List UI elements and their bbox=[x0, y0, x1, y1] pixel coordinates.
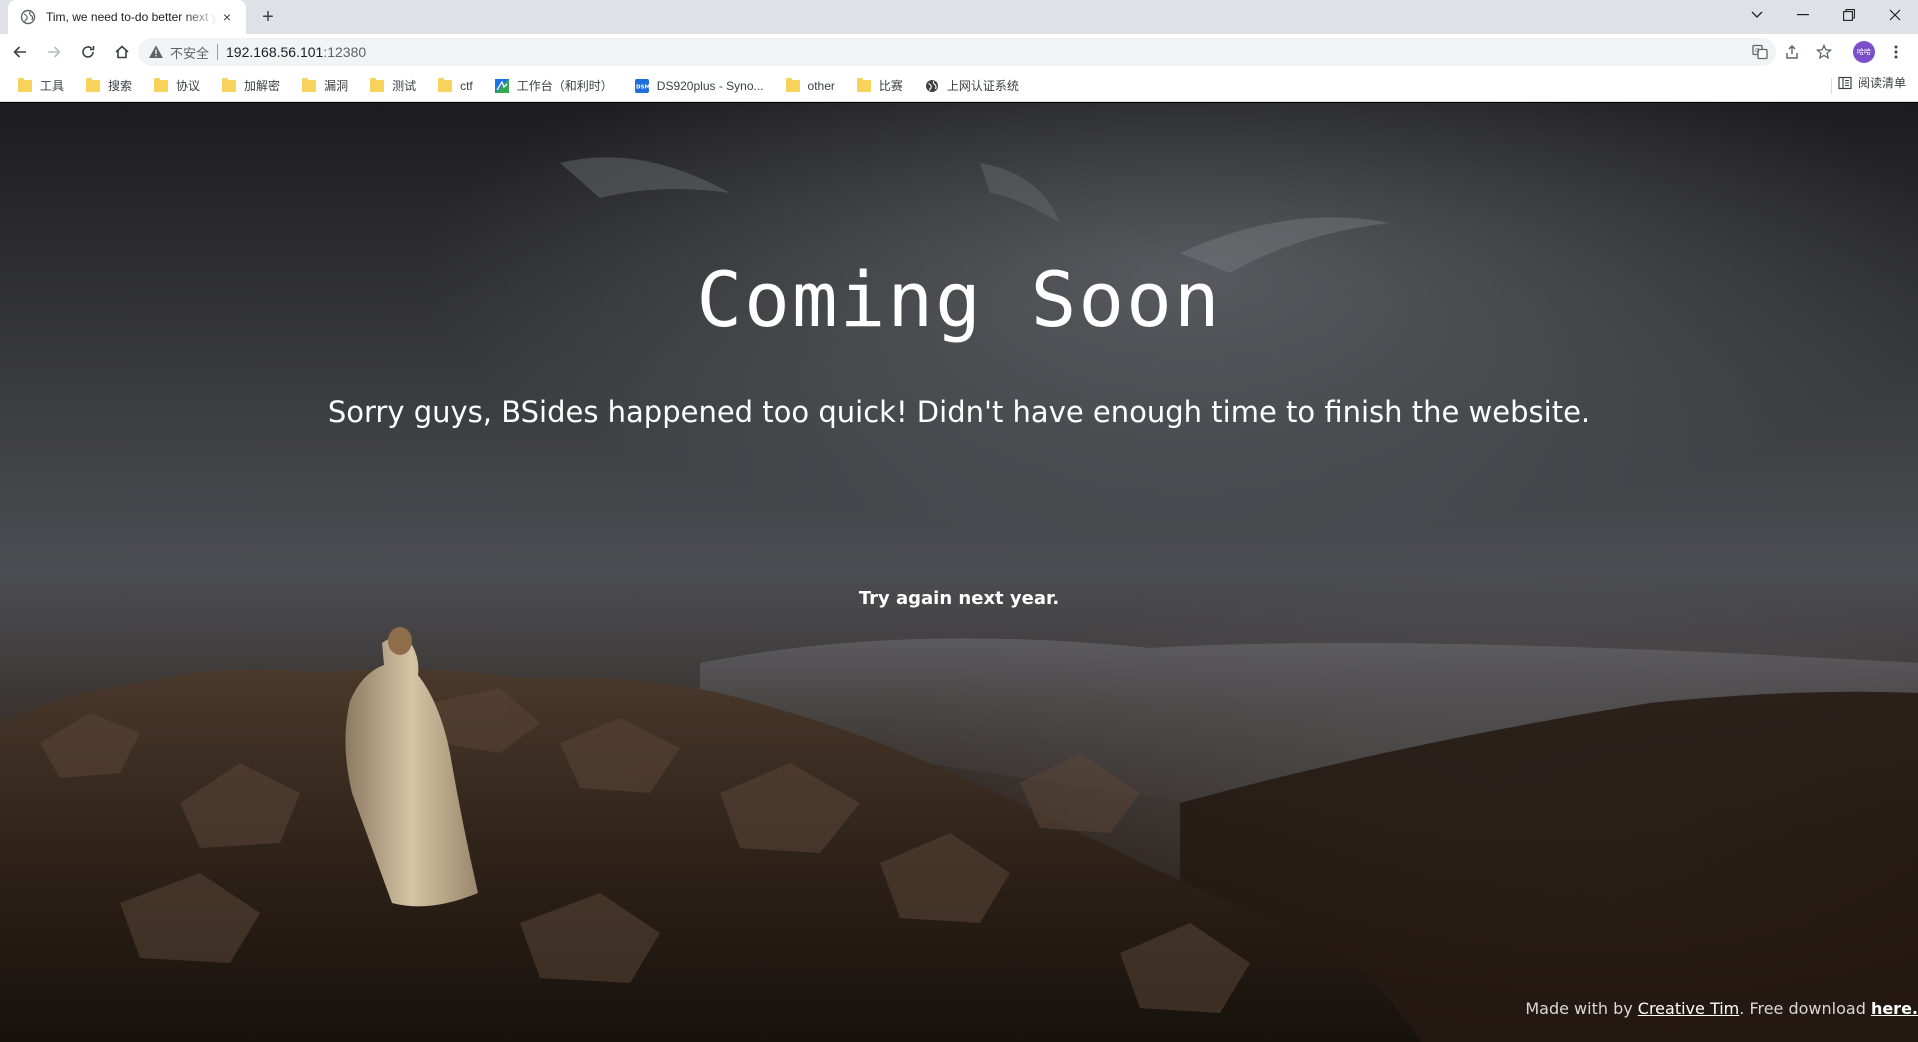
browser-menu-button[interactable] bbox=[1882, 38, 1910, 66]
reading-list-button[interactable]: 阅读清单 bbox=[1838, 74, 1906, 91]
folder-icon bbox=[785, 77, 800, 92]
coming-soon-content: Coming Soon Sorry guys, BSides happened … bbox=[0, 103, 1918, 1042]
tab-search-icon[interactable] bbox=[1734, 0, 1780, 30]
bookmark-item[interactable]: other bbox=[780, 74, 841, 98]
bookmark-label: 工具 bbox=[40, 79, 65, 93]
page-title: Coming Soon bbox=[696, 255, 1222, 344]
bookmark-label: 工作台（和利时） bbox=[516, 79, 613, 93]
bookmark-label: ctf bbox=[460, 78, 473, 93]
bookmark-label: 搜索 bbox=[108, 79, 133, 93]
home-button[interactable] bbox=[108, 38, 136, 66]
page-subtitle: Sorry guys, BSides happened too quick! D… bbox=[327, 395, 1591, 429]
tab-title: Tim, we need to-do better next year for … bbox=[46, 10, 218, 24]
url-port: :12380 bbox=[323, 44, 367, 60]
bookmark-label: other bbox=[807, 78, 835, 93]
bookmark-star-button[interactable] bbox=[1810, 38, 1838, 66]
warning-icon bbox=[149, 45, 163, 58]
bookmark-item[interactable]: 加解密 bbox=[216, 74, 286, 98]
tab-strip: Tim, we need to-do better next year for … bbox=[0, 0, 1918, 34]
bookmark-label: 协议 bbox=[176, 79, 201, 93]
reading-list-label: 阅读清单 bbox=[1857, 76, 1906, 90]
globe-icon bbox=[925, 79, 938, 92]
bookmark-item[interactable]: 比赛 bbox=[851, 74, 909, 98]
address-divider bbox=[217, 44, 219, 60]
site-icon bbox=[494, 78, 509, 93]
back-button[interactable] bbox=[6, 38, 34, 66]
forward-button[interactable] bbox=[40, 38, 68, 66]
reload-icon bbox=[82, 46, 95, 58]
footer-middle: . Free download bbox=[1739, 999, 1871, 1018]
folder-icon bbox=[86, 77, 101, 92]
bookmark-item[interactable]: 协议 bbox=[148, 74, 206, 98]
bookmark-item[interactable]: DSM DS920plus - Syno... bbox=[629, 74, 770, 98]
folder-icon bbox=[18, 77, 32, 92]
close-window-button[interactable] bbox=[1872, 0, 1918, 30]
arrow-left-icon bbox=[13, 46, 26, 58]
reading-list-icon bbox=[1838, 76, 1852, 89]
restore-button[interactable] bbox=[1826, 0, 1872, 30]
translate-icon: G bbox=[1752, 44, 1768, 60]
folder-icon bbox=[154, 77, 169, 92]
dsm-icon: DSM bbox=[634, 78, 649, 93]
share-icon bbox=[1786, 45, 1798, 59]
translate-button[interactable]: G bbox=[1746, 38, 1774, 66]
bookmarks-bar: 工具 搜索 协议 加解密 漏洞 测试 ctf 工作台（和利时） DSM DS92… bbox=[0, 70, 1918, 102]
bookmark-label: 上网认证系统 bbox=[946, 79, 1019, 93]
footer-prefix: Made with by bbox=[1525, 999, 1638, 1018]
arrow-right-icon bbox=[48, 46, 61, 58]
svg-text:DSM: DSM bbox=[636, 84, 649, 90]
bookmark-item[interactable]: 测试 bbox=[364, 74, 422, 98]
share-button[interactable] bbox=[1778, 38, 1806, 66]
globe-icon bbox=[20, 9, 36, 25]
folder-icon bbox=[438, 77, 453, 92]
folder-icon bbox=[370, 77, 385, 92]
home-icon bbox=[115, 45, 129, 59]
star-icon bbox=[1816, 44, 1832, 60]
folder-icon bbox=[302, 77, 317, 92]
bookmark-item[interactable]: 工作台（和利时） bbox=[489, 74, 619, 98]
tab-close-icon[interactable]: × bbox=[218, 8, 236, 26]
avatar: 哈哈 bbox=[1853, 41, 1875, 63]
bookmark-item[interactable]: 漏洞 bbox=[296, 74, 354, 98]
bookmark-item[interactable]: 搜索 bbox=[80, 74, 138, 98]
url-host: 192.168.56.101 bbox=[226, 44, 324, 60]
creative-tim-link[interactable]: Creative Tim bbox=[1638, 999, 1739, 1018]
bookmark-label: 比赛 bbox=[878, 79, 903, 93]
profile-button[interactable]: 哈哈 bbox=[1850, 38, 1878, 66]
bookmark-label: 测试 bbox=[392, 79, 417, 93]
bookmarks-divider bbox=[1831, 78, 1832, 94]
page-footer: Made with by Creative Tim. Free download… bbox=[1525, 999, 1918, 1018]
security-status[interactable]: 不安全 bbox=[170, 43, 209, 62]
download-link[interactable]: here. bbox=[1871, 999, 1918, 1018]
bookmark-item[interactable]: ctf bbox=[432, 74, 479, 98]
folder-icon bbox=[222, 77, 237, 92]
address-bar[interactable]: 不安全 192.168.56.101:12380 bbox=[138, 38, 1776, 66]
bookmark-item[interactable]: 工具 bbox=[12, 74, 70, 98]
bookmark-label: 加解密 bbox=[244, 79, 281, 93]
bookmark-label: DS920plus - Syno... bbox=[656, 78, 764, 93]
kebab-menu-icon bbox=[1894, 45, 1898, 59]
active-tab[interactable]: Tim, we need to-do better next year for … bbox=[8, 0, 246, 34]
bookmark-item[interactable]: 上网认证系统 bbox=[919, 74, 1025, 98]
reload-button[interactable] bbox=[74, 38, 102, 66]
bookmark-label: 漏洞 bbox=[324, 79, 349, 93]
new-tab-button[interactable]: + bbox=[254, 5, 282, 29]
svg-text:G: G bbox=[1755, 48, 1760, 55]
page-viewport: Coming Soon Sorry guys, BSides happened … bbox=[0, 103, 1918, 1042]
page-tagline: Try again next year. bbox=[858, 588, 1060, 609]
browser-toolbar: 不安全 192.168.56.101:12380 bbox=[0, 34, 1918, 70]
folder-icon bbox=[856, 77, 871, 92]
minimize-button[interactable] bbox=[1780, 0, 1826, 30]
